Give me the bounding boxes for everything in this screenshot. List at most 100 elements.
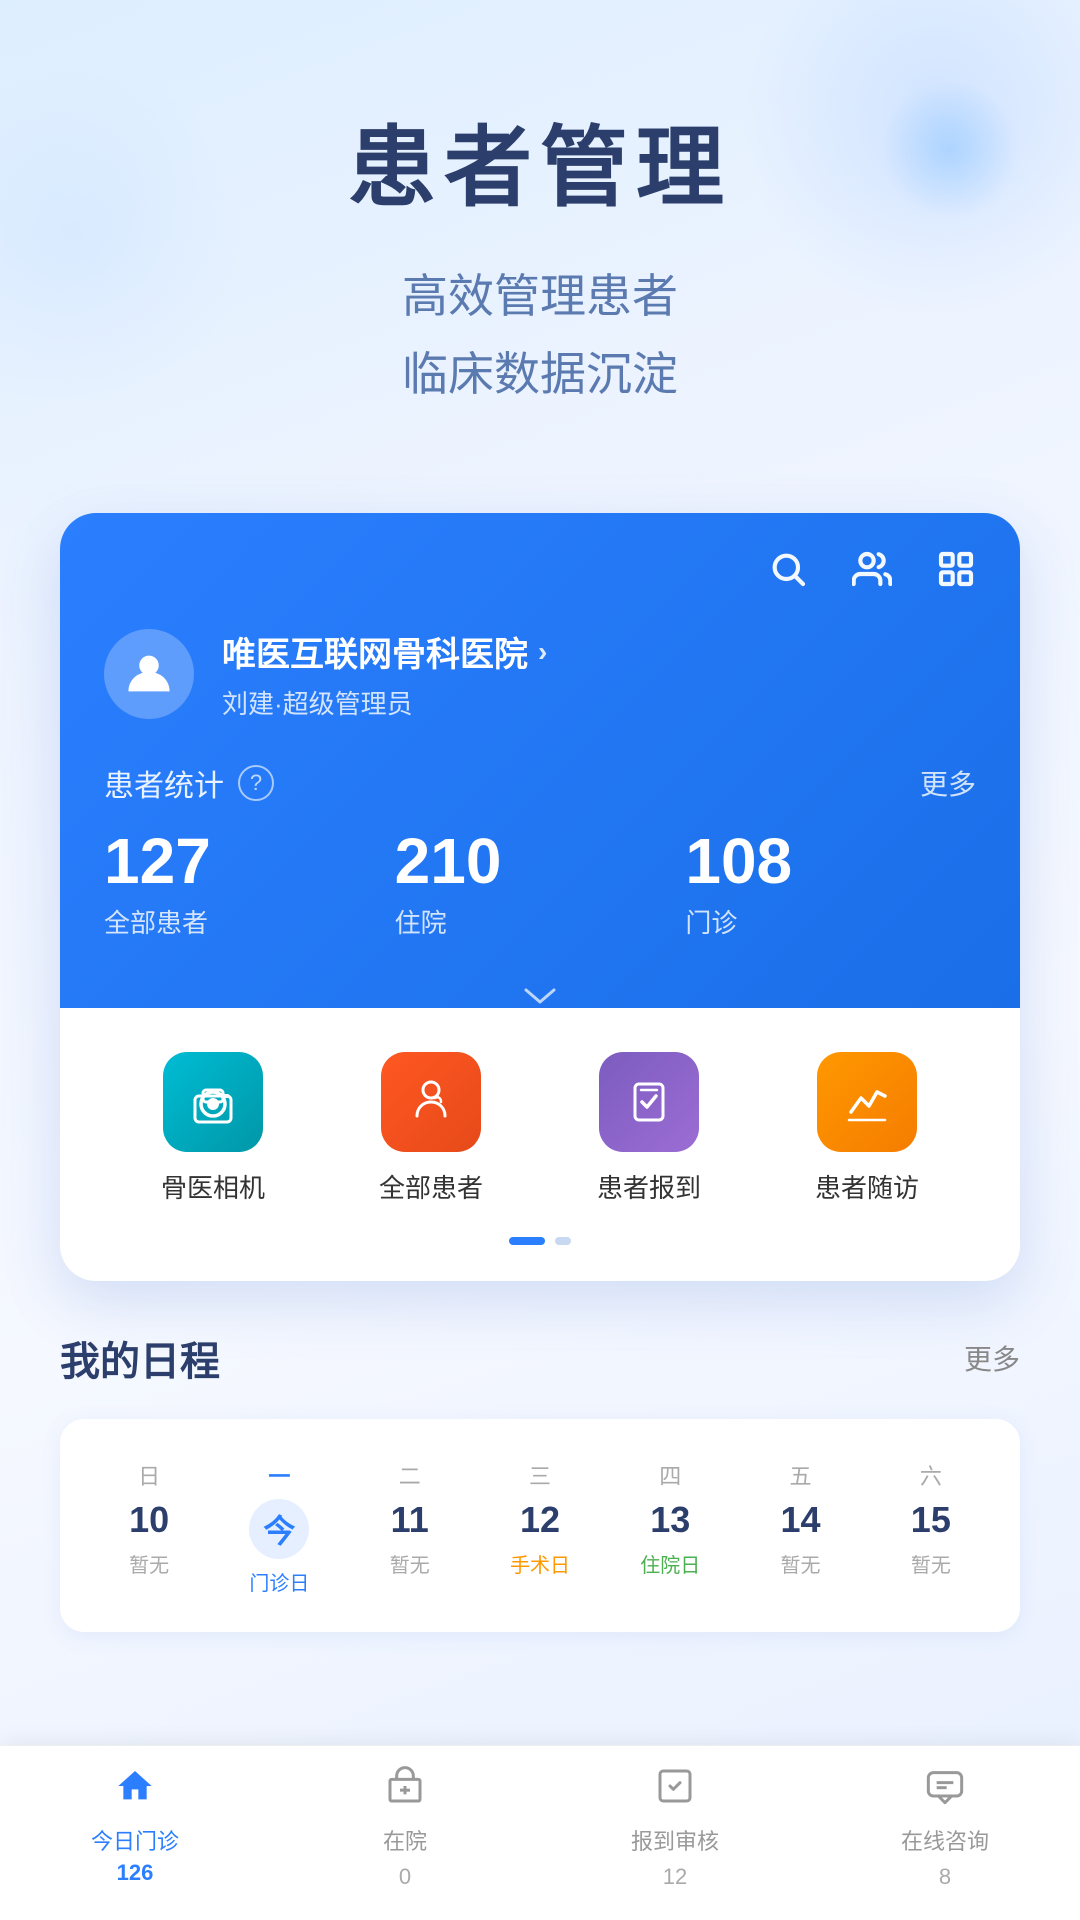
stats-more-button[interactable]: 更多 bbox=[920, 763, 976, 803]
action-checkin[interactable]: 患者报到 bbox=[597, 1052, 701, 1205]
checkin-icon-bg bbox=[599, 1052, 699, 1152]
nav-checkin-audit-label: 报到审核 bbox=[631, 1824, 719, 1856]
outpatient-count: 108 bbox=[685, 829, 976, 893]
day-label-thu: 住院日 bbox=[640, 1549, 700, 1578]
dot-2 bbox=[555, 1237, 571, 1245]
stats-title: 患者统计 ? bbox=[104, 761, 274, 805]
card-body: 骨医相机 全部患者 bbox=[60, 1008, 1020, 1281]
main-card: 唯医互联网骨科医院 › 刘建·超级管理员 患者统计 ? 更多 127 全部患者 bbox=[60, 513, 1020, 1281]
help-icon[interactable]: ? bbox=[238, 765, 274, 801]
hero-subtitle-line1: 高效管理患者 bbox=[60, 257, 1020, 335]
day-label-mon: 门诊日 bbox=[249, 1567, 309, 1596]
profile-row: 唯医互联网骨科医院 › 刘建·超级管理员 bbox=[104, 627, 976, 721]
nav-checkin-audit[interactable]: 报到审核 12 bbox=[595, 1766, 755, 1890]
day-name-thu: 四 bbox=[659, 1459, 681, 1491]
profile-info: 唯医互联网骨科医院 › 刘建·超级管理员 bbox=[222, 627, 547, 721]
stats-section: 患者统计 ? 更多 127 全部患者 210 住院 108 门诊 bbox=[104, 761, 976, 1008]
camera-icon-bg bbox=[163, 1052, 263, 1152]
day-num-wed: 12 bbox=[520, 1499, 560, 1541]
chevron-right-icon: › bbox=[538, 636, 547, 668]
day-label-wed: 手术日 bbox=[510, 1549, 570, 1578]
checkin-audit-icon bbox=[655, 1766, 695, 1816]
day-label-tue: 暂无 bbox=[390, 1549, 430, 1578]
cal-day-fri[interactable]: 五 14 暂无 bbox=[735, 1447, 865, 1608]
cal-day-sun[interactable]: 日 10 暂无 bbox=[84, 1447, 214, 1608]
action-followup[interactable]: 患者随访 bbox=[815, 1052, 919, 1205]
nav-inpatient-badge: 0 bbox=[399, 1864, 411, 1890]
home-icon bbox=[115, 1766, 155, 1816]
day-name-fri: 五 bbox=[790, 1459, 812, 1491]
consultation-icon bbox=[925, 1766, 965, 1816]
all-patients-label: 全部患者 bbox=[379, 1168, 483, 1205]
day-label-sat: 暂无 bbox=[911, 1549, 951, 1578]
followup-label: 患者随访 bbox=[815, 1168, 919, 1205]
nav-consultation-label: 在线咨询 bbox=[901, 1824, 989, 1856]
day-num-mon: 今 bbox=[249, 1499, 309, 1559]
schedule-section: 我的日程 更多 日 10 暂无 一 今 门诊日 二 11 暂无 三 12 手术日 bbox=[60, 1329, 1020, 1632]
day-name-sun: 日 bbox=[138, 1459, 160, 1491]
cal-day-thu[interactable]: 四 13 住院日 bbox=[605, 1447, 735, 1608]
user-role: 刘建·超级管理员 bbox=[222, 684, 547, 721]
search-icon[interactable] bbox=[768, 549, 808, 599]
card-header: 唯医互联网骨科医院 › 刘建·超级管理员 患者统计 ? 更多 127 全部患者 bbox=[60, 513, 1020, 1008]
nav-inpatient-label: 在院 bbox=[383, 1824, 427, 1856]
day-num-fri: 14 bbox=[781, 1499, 821, 1541]
day-label-fri: 暂无 bbox=[781, 1549, 821, 1578]
cal-day-tue[interactable]: 二 11 暂无 bbox=[345, 1447, 475, 1608]
schedule-more[interactable]: 更多 bbox=[964, 1338, 1020, 1378]
followup-icon-bg bbox=[817, 1052, 917, 1152]
quick-actions: 骨医相机 全部患者 bbox=[104, 1052, 976, 1205]
action-camera[interactable]: 骨医相机 bbox=[161, 1052, 265, 1205]
top-icons bbox=[104, 549, 976, 599]
cal-day-sat[interactable]: 六 15 暂无 bbox=[866, 1447, 996, 1608]
day-name-wed: 三 bbox=[529, 1459, 551, 1491]
camera-label: 骨医相机 bbox=[161, 1168, 265, 1205]
nav-consultation[interactable]: 在线咨询 8 bbox=[865, 1766, 1025, 1890]
bottom-nav: 今日门诊 126 在院 0 报到审核 12 bbox=[0, 1745, 1080, 1920]
hero-section: 患者管理 高效管理患者 临床数据沉淀 bbox=[0, 0, 1080, 473]
stat-total[interactable]: 127 全部患者 bbox=[104, 829, 395, 940]
cal-day-mon[interactable]: 一 今 门诊日 bbox=[214, 1447, 344, 1608]
day-name-mon: 一 bbox=[268, 1459, 290, 1491]
all-patients-icon-bg bbox=[381, 1052, 481, 1152]
nav-consultation-badge: 8 bbox=[939, 1864, 951, 1890]
total-count: 127 bbox=[104, 829, 395, 893]
page-dots bbox=[104, 1237, 976, 1245]
inpatient-count: 210 bbox=[395, 829, 686, 893]
hero-subtitle: 高效管理患者 临床数据沉淀 bbox=[60, 257, 1020, 413]
nav-inpatient[interactable]: 在院 0 bbox=[325, 1766, 485, 1890]
dot-1 bbox=[509, 1237, 545, 1245]
day-name-tue: 二 bbox=[399, 1459, 421, 1491]
stats-numbers: 127 全部患者 210 住院 108 门诊 bbox=[104, 829, 976, 940]
day-name-sat: 六 bbox=[920, 1459, 942, 1491]
contacts-icon[interactable] bbox=[852, 549, 892, 599]
hospital-name[interactable]: 唯医互联网骨科医院 › bbox=[222, 627, 547, 676]
day-num-tue: 11 bbox=[391, 1499, 429, 1541]
outpatient-label: 门诊 bbox=[685, 903, 976, 940]
hero-subtitle-line2: 临床数据沉淀 bbox=[60, 335, 1020, 413]
action-all-patients[interactable]: 全部患者 bbox=[379, 1052, 483, 1205]
checkin-label: 患者报到 bbox=[597, 1168, 701, 1205]
nav-today-outpatient-badge: 126 bbox=[117, 1860, 154, 1886]
nav-today-outpatient-label: 今日门诊 bbox=[91, 1824, 179, 1856]
nav-checkin-audit-badge: 12 bbox=[663, 1864, 687, 1890]
day-num-thu: 13 bbox=[650, 1499, 690, 1541]
inpatient-label: 住院 bbox=[395, 903, 686, 940]
grid-icon[interactable] bbox=[936, 549, 976, 599]
total-label: 全部患者 bbox=[104, 903, 395, 940]
day-label-sun: 暂无 bbox=[129, 1549, 169, 1578]
stats-header: 患者统计 ? 更多 bbox=[104, 761, 976, 805]
stat-outpatient[interactable]: 108 门诊 bbox=[685, 829, 976, 940]
stat-inpatient[interactable]: 210 住院 bbox=[395, 829, 686, 940]
page-title: 患者管理 bbox=[60, 120, 1020, 217]
day-num-sat: 15 bbox=[911, 1499, 951, 1541]
schedule-title: 我的日程 bbox=[60, 1329, 220, 1387]
avatar bbox=[104, 629, 194, 719]
expand-button[interactable] bbox=[104, 970, 976, 1008]
nav-today-outpatient[interactable]: 今日门诊 126 bbox=[55, 1766, 215, 1890]
calendar-row: 日 10 暂无 一 今 门诊日 二 11 暂无 三 12 手术日 四 13 住院… bbox=[60, 1419, 1020, 1632]
day-num-sun: 10 bbox=[129, 1499, 169, 1541]
inpatient-icon bbox=[385, 1766, 425, 1816]
schedule-header: 我的日程 更多 bbox=[60, 1329, 1020, 1387]
cal-day-wed[interactable]: 三 12 手术日 bbox=[475, 1447, 605, 1608]
